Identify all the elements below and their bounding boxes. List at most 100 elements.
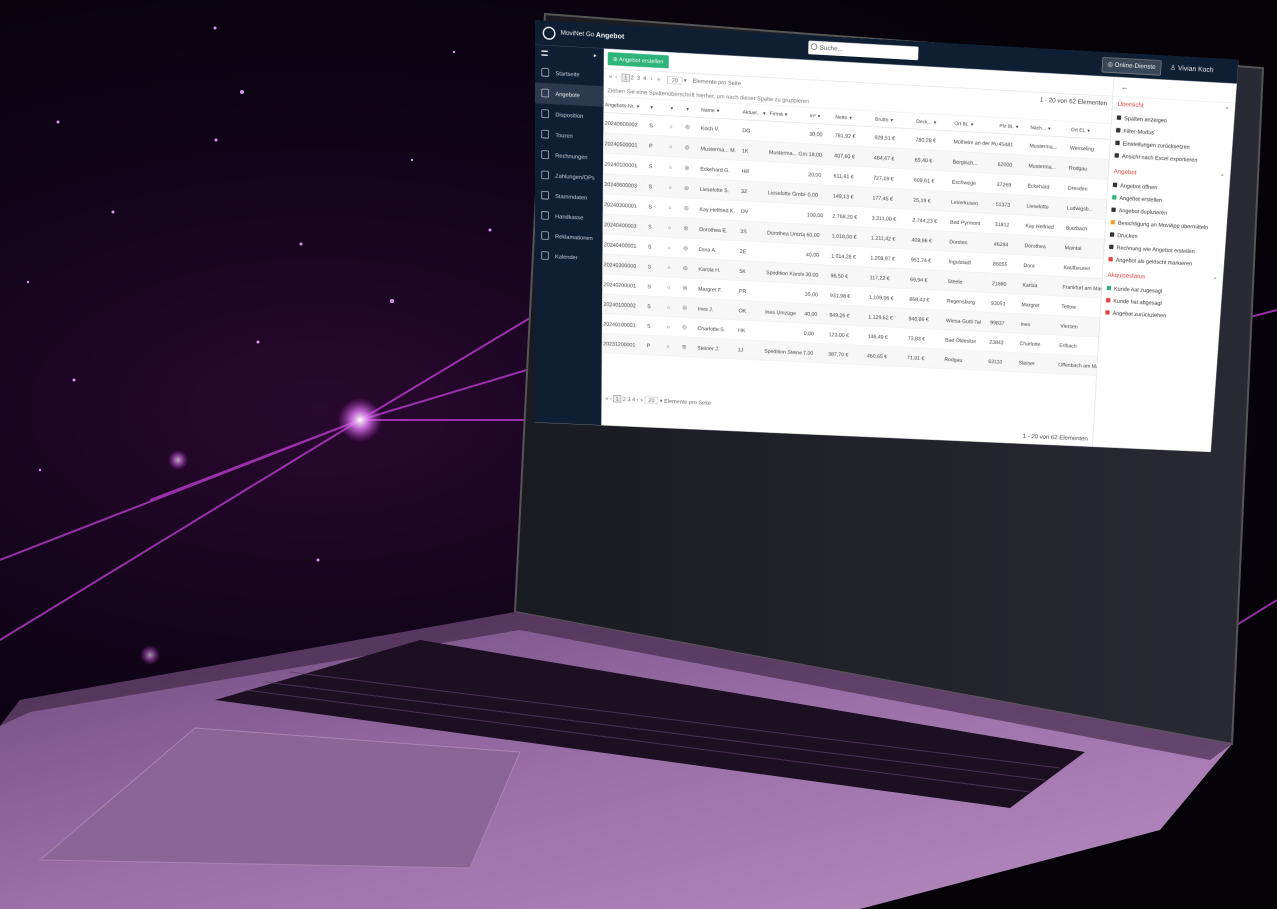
filter-icon[interactable]: ▼: [847, 116, 853, 121]
online-services-button[interactable]: ◎ Online-Dienste: [1102, 57, 1162, 76]
table-cell: [763, 321, 803, 342]
sidebar-item-label: Kalender: [555, 253, 578, 260]
column-header-label: Deck...: [916, 118, 932, 125]
column-header[interactable]: Plz BL ▼: [998, 118, 1030, 135]
sidebar-item-label: Handkasse: [555, 213, 583, 221]
next-page-icon[interactable]: ›: [651, 75, 653, 82]
filter-icon[interactable]: ▼: [1014, 125, 1020, 130]
chevron-up-icon[interactable]: ⌃: [1224, 107, 1230, 114]
table-cell: ◎: [682, 218, 698, 239]
table-cell: 1.018,00 €: [830, 225, 870, 247]
page-link[interactable]: 4: [643, 75, 646, 82]
table-cell: Margret: [1020, 294, 1061, 315]
table-cell: Ingolstadt: [947, 251, 992, 273]
clipboard-icon: [541, 109, 549, 118]
table-cell: 20240100002: [602, 294, 646, 316]
table-cell: 0,00: [802, 323, 828, 344]
table-cell: ○: [665, 316, 681, 336]
panel-action-label: Kunde hat abgesagt: [1113, 298, 1162, 306]
filter-icon[interactable]: ▼: [932, 120, 938, 125]
panel-sections: Übersicht ⌃ Spalten anzeigen Filter-Modus Ei…: [1100, 97, 1236, 327]
table-cell: Dorothea E.: [698, 219, 739, 241]
warning-icon: [1111, 220, 1116, 225]
user-menu[interactable]: ♙ Vivian Koch: [1170, 63, 1214, 74]
filter-icon[interactable]: ▼: [888, 118, 894, 123]
page-link[interactable]: 3: [627, 396, 630, 402]
panel-section-label: Übersicht: [1117, 101, 1143, 109]
page-link[interactable]: 2: [623, 396, 626, 402]
table-cell: Musterma... M.: [699, 138, 741, 160]
first-page-icon[interactable]: «: [609, 73, 612, 80]
column-header-label: Plz BL: [999, 123, 1014, 129]
info-icon: ◎: [682, 304, 687, 310]
create-offer-button[interactable]: ⊕ Angebot erstellen: [608, 52, 669, 68]
filter-icon[interactable]: ▼: [1046, 126, 1052, 131]
table-cell: 35,00: [803, 284, 829, 305]
user-name: Vivian Koch: [1178, 64, 1214, 74]
column-header[interactable]: ▼: [684, 101, 700, 118]
table-cell: 146,49 €: [866, 326, 907, 347]
table-cell: Offenbach am Main: [1057, 354, 1098, 375]
filter-icon[interactable]: ▼: [761, 111, 767, 116]
column-header[interactable]: m³ ▼: [808, 108, 834, 125]
filter-icon[interactable]: ▼: [715, 109, 721, 114]
sidebar-item-kalender[interactable]: Kalender: [535, 245, 603, 268]
table-cell: ○: [668, 116, 684, 137]
filter-icon[interactable]: ▼: [783, 112, 789, 117]
filter-icon[interactable]: ▼: [969, 122, 975, 127]
filter-icon[interactable]: ▼: [816, 114, 822, 119]
plus-icon: [1112, 195, 1117, 200]
filter-icon[interactable]: ▼: [649, 105, 653, 110]
table-cell: 46284: [992, 234, 1024, 255]
table-cell: ○: [667, 157, 683, 178]
next-page-icon[interactable]: › »: [637, 397, 645, 403]
page-link[interactable]: 3: [637, 74, 640, 81]
table-cell: 20231200001: [602, 333, 646, 355]
panel-action-label: Kunde hat zugesagt: [1114, 286, 1163, 294]
table-cell: ◎: [682, 238, 698, 259]
hamburger-icon[interactable]: [541, 50, 547, 56]
chevron-up-icon[interactable]: ⌃: [1219, 174, 1225, 181]
column-header[interactable]: ▼: [668, 100, 684, 117]
sidebar-item-label: Touren: [555, 132, 572, 139]
table-cell: 484,47 €: [872, 147, 914, 169]
filter-icon[interactable]: ▼: [1085, 129, 1091, 134]
sidebar-item-label: Angebote: [555, 91, 580, 99]
table-cell: 0,00: [806, 184, 832, 205]
table-cell: S: [647, 156, 667, 177]
table-cell: Rodgau: [1067, 157, 1109, 179]
table-cell: 65,40 €: [913, 149, 952, 171]
table-cell: Ines: [1019, 314, 1060, 335]
collapse-icon[interactable]: ▸: [594, 52, 597, 59]
search-input[interactable]: Suche...: [808, 41, 918, 61]
table-cell: S: [648, 115, 668, 137]
page-link[interactable]: 1: [622, 74, 630, 82]
status-circle-icon: ○: [669, 184, 672, 190]
page-link[interactable]: 2: [630, 74, 633, 81]
table-cell: 31812: [993, 214, 1025, 235]
last-page-icon[interactable]: »: [657, 76, 660, 83]
prev-page-icon[interactable]: ‹: [615, 73, 617, 80]
status-circle-icon: ○: [669, 164, 672, 171]
per-page-select[interactable]: 20: [645, 396, 659, 404]
panel-action-label: Angebot als gelöscht markieren: [1116, 257, 1193, 267]
per-page-label: Elemente pro Seite: [693, 77, 741, 86]
filter-icon[interactable]: ▼: [634, 104, 640, 109]
table-cell: ◎: [680, 337, 696, 357]
page-link[interactable]: 1: [613, 395, 621, 403]
per-page-select[interactable]: 20: [667, 76, 682, 85]
chevron-up-icon[interactable]: ⌃: [1212, 277, 1218, 284]
filter-icon[interactable]: ▼: [685, 107, 689, 112]
filter-icon[interactable]: ▼: [670, 106, 674, 111]
first-page-icon[interactable]: « ‹: [605, 395, 613, 401]
page-link[interactable]: 4: [632, 396, 635, 402]
column-header[interactable]: Aktuel... ▼: [741, 104, 768, 121]
table-cell: ◎: [683, 178, 699, 199]
table-cell: [766, 202, 806, 224]
column-header[interactable]: ▼: [648, 99, 668, 116]
table-cell: 780,28 €: [914, 129, 953, 151]
table-cell: 23843: [988, 332, 1019, 353]
table-cell: S: [646, 256, 666, 277]
route-icon: [541, 130, 549, 139]
glow-spark: [338, 398, 382, 442]
